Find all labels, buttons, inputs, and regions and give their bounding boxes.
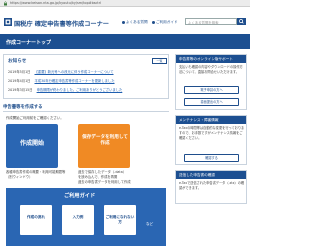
sent-return-heading: 送信した申告書の確認	[176, 171, 246, 179]
news-heading: お知らせ	[8, 59, 27, 64]
search-icon	[239, 19, 244, 24]
news-list-button[interactable]: 一覧	[152, 58, 167, 64]
guide-title: ご利用ガイド	[64, 193, 96, 199]
saved-bullet-list: 過去で保存したデータ（.data） を読み込んで、作成を再開 過去の申告書データ…	[78, 170, 131, 185]
news-link[interactable]: 平成30年分確定申告書等作成コーナーを更新しました	[34, 79, 114, 83]
guide-icon	[152, 20, 155, 24]
section-heading: 申告書等を作成する	[3, 104, 169, 112]
use-saved-data-label: 保存データを利用して作成	[82, 135, 128, 146]
support-text: 支払いも確認の内容やダウンロードの操作方法について、直接お問合せいただけます。	[179, 65, 243, 74]
news-panel: お知らせ 一覧 2019年5月1日 【重要】新元号への改元に伴う作成コーナーについ…	[3, 54, 169, 99]
news-date: 2019年4月1日	[8, 79, 31, 83]
news-date: 2019年5月1日	[8, 70, 31, 74]
lock-icon	[4, 1, 7, 6]
question-icon	[122, 20, 125, 24]
section-subtitle: 作成開始ご利用前をご確認ください。	[6, 116, 64, 120]
guide-unavailable-box[interactable]: ご利用になれない方	[104, 205, 136, 235]
news-item[interactable]: 2019年3月15日 申告期限が終わりました。ご利用ありがとうございました	[8, 87, 122, 92]
list-item: （別ウィンドウ）	[6, 175, 33, 179]
site-header: 国税庁 確定申告書等作成コーナー よくある質問 ご利用ガイド よくある質問を検索	[0, 7, 250, 30]
check-maintenance-button[interactable]: 確認する	[184, 154, 239, 162]
faq-link[interactable]: よくある質問	[122, 20, 148, 25]
faq-search-input[interactable]: よくある質問を検索	[185, 18, 237, 25]
browser-address-bar[interactable]: https://www.keisan.nta.go.jp/kyoutu/ky/s…	[0, 0, 250, 7]
sent-return-text: e-Taxで送信された申告書データ（.xtx）の確認ができます。	[179, 181, 245, 190]
page-title: 作成コーナートップ	[6, 40, 52, 46]
news-item[interactable]: 2019年5月1日 【重要】新元号への改元に伴う作成コーナーについて	[8, 69, 114, 74]
user-guide-banner[interactable]: ご利用ガイド 作成の流れ 入力例 ご利用になれない方 など	[6, 188, 166, 246]
news-item[interactable]: 2019年4月1日 平成30年分確定申告書等作成コーナーを更新しました	[8, 78, 115, 83]
guide-flow-box[interactable]: 作成の流れ	[20, 205, 52, 235]
sent-return-panel: 送信した申告書の確認 e-Taxで送信された申告書データ（.xtx）の確認ができ…	[175, 170, 247, 204]
support-heading: 申告書等のオンライン版サポート	[176, 55, 246, 63]
site-title[interactable]: 国税庁 確定申告書等作成コーナー	[14, 19, 109, 28]
list-item[interactable]: 過去の申告書データを利用して作成	[78, 180, 131, 185]
news-link[interactable]: 申告期限が終わりました。ご利用ありがとうございました	[37, 88, 123, 92]
paper-filing-button[interactable]: 書面提出の方へ	[184, 98, 239, 106]
maintenance-panel: メンテナンス・障害情報 e-Taxの時間帯は自動的な変更を行っておりますので、お…	[175, 115, 247, 165]
page-title-bar: 作成コーナートップ	[0, 34, 250, 49]
create-start-label: 作成開始	[19, 140, 44, 147]
use-saved-data-button[interactable]: 保存データを利用して作成	[78, 124, 130, 168]
search-button[interactable]	[237, 18, 246, 25]
nta-logo-icon	[4, 18, 12, 26]
create-bullet-list: 各種申告書作成の概要・利用可能期間等 （別ウィンドウ）	[6, 170, 65, 180]
support-panel: 申告書等のオンライン版サポート 支払いも確認の内容やダウンロードの操作方法につい…	[175, 54, 247, 110]
maintenance-text: e-Taxの時間帯は自動的な変更を行っておりますので、お手数ですがメンテナンス情…	[179, 126, 245, 140]
user-guide-link[interactable]: ご利用ガイド	[152, 20, 178, 25]
news-date: 2019年3月15日	[8, 88, 33, 92]
news-link[interactable]: 【重要】新元号への改元に伴う作成コーナーについて	[34, 70, 113, 74]
main-content: お知らせ 一覧 2019年5月1日 【重要】新元号への改元に伴う作成コーナーについ…	[0, 49, 172, 250]
guide-example-box[interactable]: 入力例	[62, 205, 94, 235]
sidebar: 申告書等のオンライン版サポート 支払いも確認の内容やダウンロードの操作方法につい…	[175, 49, 250, 250]
guide-suffix: など	[146, 222, 154, 226]
maintenance-heading: メンテナンス・障害情報	[176, 116, 246, 124]
e-filing-button[interactable]: 電子申請の方へ	[184, 86, 239, 94]
url-text: https://www.keisan.nta.go.jp/kyoutu/ky/s…	[10, 1, 102, 5]
create-start-button[interactable]: 作成開始	[6, 124, 58, 168]
